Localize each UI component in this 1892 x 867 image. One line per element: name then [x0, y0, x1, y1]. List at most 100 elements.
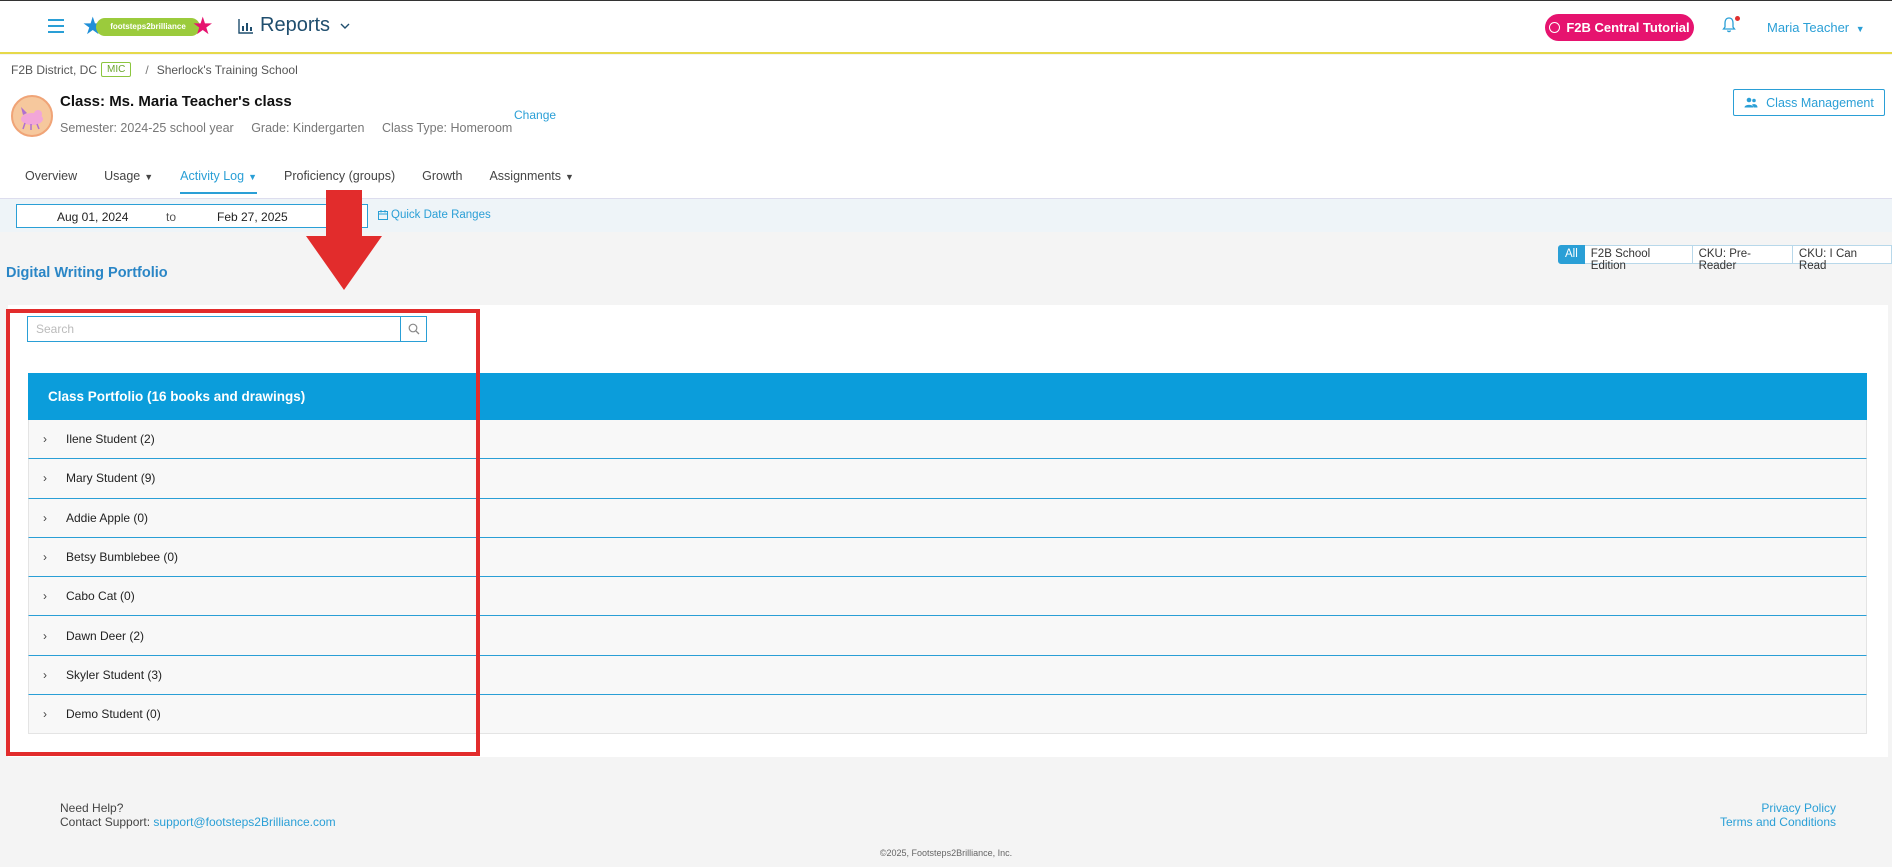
logo-text: footsteps2brilliance [96, 18, 200, 36]
footsteps2brilliance-logo[interactable]: ★ footsteps2brilliance ★ [82, 14, 214, 40]
menu-icon[interactable] [48, 19, 64, 33]
tab-activity-log[interactable]: Activity Log ▼ [180, 169, 257, 194]
portfolio-panel: Class Portfolio (16 books and drawings) … [8, 305, 1888, 757]
breadcrumb-separator: / [145, 62, 149, 77]
footer-help: Need Help? Contact Support: support@foot… [60, 801, 336, 829]
footer-links: Privacy Policy Terms and Conditions [1720, 801, 1836, 829]
date-to-label: to [166, 210, 177, 224]
student-row-demo-student[interactable]: › Demo Student (0) [28, 695, 1867, 735]
class-grade: Grade: Kindergarten [251, 121, 365, 135]
chevron-right-icon: › [43, 471, 47, 486]
tab-label: Growth [422, 169, 463, 183]
search-icon [408, 323, 419, 335]
student-name: Addie Apple (0) [66, 510, 149, 525]
class-management-label: Class Management [1766, 95, 1874, 110]
portfolio-header: Class Portfolio (16 books and drawings) [28, 373, 1867, 420]
filter-cku-i-can-read[interactable]: CKU: I Can Read [1792, 245, 1892, 272]
change-class-link[interactable]: Change [514, 108, 556, 122]
tab-label: Assignments [489, 169, 562, 183]
tab-growth[interactable]: Growth [422, 169, 462, 191]
student-row-addie-apple[interactable]: › Addie Apple (0) [28, 498, 1867, 538]
tab-usage[interactable]: Usage ▼ [104, 169, 153, 191]
chevron-down-icon [340, 23, 350, 29]
terms-link[interactable]: Terms and Conditions [1720, 815, 1836, 829]
student-name: Skyler Student (3) [66, 667, 163, 682]
page-title: Digital Writing Portfolio [6, 265, 168, 281]
play-circle-icon [1549, 22, 1561, 33]
reports-label: Reports [260, 14, 331, 36]
class-title: Class: Ms. Maria Teacher's class [60, 93, 292, 110]
caret-down-icon: ▼ [144, 172, 154, 182]
support-email-link[interactable]: support@footsteps2Brilliance.com [153, 815, 335, 829]
notification-dot [1735, 16, 1740, 21]
date-range-bar: Aug 01, 2024 to Feb 27, 2025 Quick Date … [0, 198, 1892, 232]
calendar-icon [378, 210, 388, 220]
student-row-betsy-bumblebee[interactable]: › Betsy Bumblebee (0) [28, 537, 1867, 578]
class-meta: Semester: 2024-25 school year Grade: Kin… [60, 121, 526, 135]
report-tabs: Overview Usage ▼ Activity Log ▼ Proficienc… [25, 169, 601, 194]
search-input[interactable] [27, 316, 402, 342]
student-name: Cabo Cat (0) [66, 589, 135, 604]
quick-date-ranges-link[interactable]: Quick Date Ranges [378, 209, 491, 221]
reports-menu[interactable]: Reports [238, 14, 350, 37]
filter-f2b-school-edition[interactable]: F2B School Edition [1584, 245, 1693, 272]
search-button[interactable] [401, 316, 427, 342]
copyright: ©2025, Footsteps2Brilliance, Inc. [879, 848, 1013, 858]
student-row-ilene-student[interactable]: › Ilene Student (2) [28, 420, 1867, 460]
search-box [27, 316, 427, 342]
user-menu[interactable]: Maria Teacher ▼ [1767, 20, 1865, 35]
chevron-right-icon: › [43, 667, 47, 682]
breadcrumb-district[interactable]: F2B District, DC [11, 63, 97, 77]
breadcrumb: F2B District, DC MIC / Sherlock's Traini… [11, 62, 298, 77]
filter-all[interactable]: All [1558, 245, 1585, 264]
start-date: Aug 01, 2024 [57, 210, 129, 224]
chevron-right-icon: › [43, 628, 47, 643]
student-row-dawn-deer[interactable]: › Dawn Deer (2) [28, 616, 1867, 656]
tab-assignments[interactable]: Assignments ▼ [489, 169, 573, 191]
notification-bell-icon[interactable] [1722, 16, 1740, 35]
class-semester: Semester: 2024-25 school year [60, 121, 234, 135]
tab-proficiency-groups[interactable]: Proficiency (groups) [284, 169, 395, 191]
tutorial-label: F2B Central Tutorial [1566, 20, 1690, 35]
student-row-skyler-student[interactable]: › Skyler Student (3) [28, 655, 1867, 696]
caret-down-icon: ▼ [1855, 24, 1865, 34]
date-range-picker[interactable]: Aug 01, 2024 to Feb 27, 2025 [16, 204, 368, 228]
privacy-policy-link[interactable]: Privacy Policy [1761, 801, 1836, 815]
top-navbar: ★ footsteps2brilliance ★ Reports F2B Cen… [0, 0, 1892, 54]
f2b-tutorial-button[interactable]: F2B Central Tutorial [1545, 14, 1694, 41]
caret-down-icon: ▼ [248, 172, 257, 182]
quick-date-ranges-label: Quick Date Ranges [391, 209, 491, 221]
pink-star-icon: ★ [192, 13, 214, 40]
chevron-right-icon: › [43, 707, 47, 722]
chevron-right-icon: › [43, 510, 47, 525]
tab-label: Activity Log [180, 169, 245, 183]
chevron-right-icon: › [43, 550, 47, 565]
class-management-button[interactable]: Class Management [1733, 89, 1885, 116]
user-name: Maria Teacher [1767, 20, 1850, 35]
class-avatar [11, 95, 53, 137]
student-name: Dawn Deer (2) [66, 628, 145, 643]
tab-label: Proficiency (groups) [284, 169, 396, 183]
caret-down-icon: ▼ [565, 172, 574, 182]
student-row-mary-student[interactable]: › Mary Student (9) [28, 459, 1867, 499]
need-help-text: Need Help? [60, 801, 124, 815]
tab-label: Overview [25, 169, 78, 183]
product-filter-group: All F2B School Edition CKU: Pre-Reader C… [1558, 245, 1892, 272]
tab-label: Usage [104, 169, 141, 183]
users-icon [1744, 97, 1758, 108]
student-name: Ilene Student (2) [66, 432, 155, 447]
student-name: Mary Student (9) [66, 471, 156, 486]
chart-icon [238, 18, 253, 34]
student-row-cabo-cat[interactable]: › Cabo Cat (0) [28, 577, 1867, 617]
filter-cku-pre-reader[interactable]: CKU: Pre-Reader [1692, 245, 1793, 272]
tab-overview[interactable]: Overview [25, 169, 77, 191]
end-date: Feb 27, 2025 [217, 210, 288, 224]
chevron-right-icon: › [43, 589, 47, 604]
contact-support-label: Contact Support: [60, 815, 151, 829]
chevron-right-icon: › [43, 432, 47, 447]
class-header: F2B District, DC MIC / Sherlock's Traini… [0, 55, 1892, 198]
class-portfolio: Class Portfolio (16 books and drawings) … [28, 373, 1867, 735]
breadcrumb-school[interactable]: Sherlock's Training School [157, 63, 298, 77]
mic-badge: MIC [101, 62, 132, 77]
student-name: Demo Student (0) [66, 707, 161, 722]
